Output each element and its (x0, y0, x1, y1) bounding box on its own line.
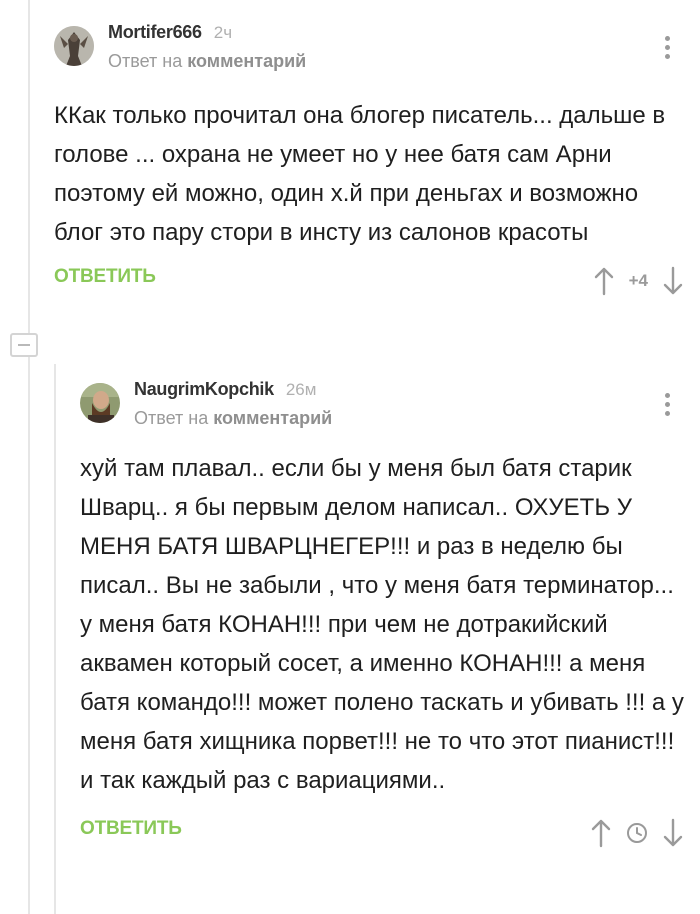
upvote-arrow-icon[interactable] (593, 266, 615, 296)
comment: Mortifer666 2ч Ответ на комментарий ККак… (54, 22, 684, 302)
nested-thread-line (54, 364, 56, 914)
rating-value: +4 (628, 271, 648, 290)
upvote-arrow-icon[interactable] (590, 818, 612, 848)
comment-header: Mortifer666 2ч Ответ на комментарий (54, 22, 684, 80)
reply-button[interactable]: ОТВЕТИТЬ (54, 266, 156, 288)
reply-button[interactable]: ОТВЕТИТЬ (80, 818, 182, 840)
reply-to-link[interactable]: комментарий (187, 51, 306, 71)
collapse-thread-button[interactable] (10, 333, 38, 357)
timestamp: 2ч (213, 23, 233, 42)
avatar[interactable] (80, 383, 120, 423)
comment-text: хуй там плавал.. если бы у меня был батя… (80, 455, 684, 794)
more-options-icon[interactable] (662, 393, 672, 421)
username[interactable]: Mortifer666 (108, 22, 202, 43)
comment-header: NaugrimKopchik 26м Ответ на комментарий (80, 379, 684, 437)
reply-to-prefix: Ответ на (108, 51, 183, 71)
comment: NaugrimKopchik 26м Ответ на комментарий … (80, 379, 684, 854)
reply-to: Ответ на комментарий (134, 408, 332, 429)
vote-controls: +4 (593, 266, 684, 296)
comment-actions: ОТВЕТИТЬ +4 (54, 266, 684, 302)
thread-line (28, 357, 30, 914)
avatar[interactable] (54, 26, 94, 66)
thread-line (28, 0, 30, 333)
reply-to-link[interactable]: комментарий (213, 408, 332, 428)
reply-to: Ответ на комментарий (108, 51, 306, 72)
comment-meta: NaugrimKopchik 26м Ответ на комментарий (134, 379, 332, 429)
clock-icon (627, 823, 647, 843)
downvote-arrow-icon[interactable] (662, 266, 684, 296)
downvote-arrow-icon[interactable] (662, 818, 684, 848)
username[interactable]: NaugrimKopchik (134, 379, 274, 400)
vote-controls (590, 818, 684, 848)
comment-text: ККак только прочитал она блогер писатель… (54, 102, 666, 246)
timestamp: 26м (285, 380, 317, 399)
reply-to-prefix: Ответ на (134, 408, 209, 428)
comment-actions: ОТВЕТИТЬ (80, 818, 684, 854)
comment-meta: Mortifer666 2ч Ответ на комментарий (108, 22, 306, 72)
more-options-icon[interactable] (662, 36, 672, 64)
